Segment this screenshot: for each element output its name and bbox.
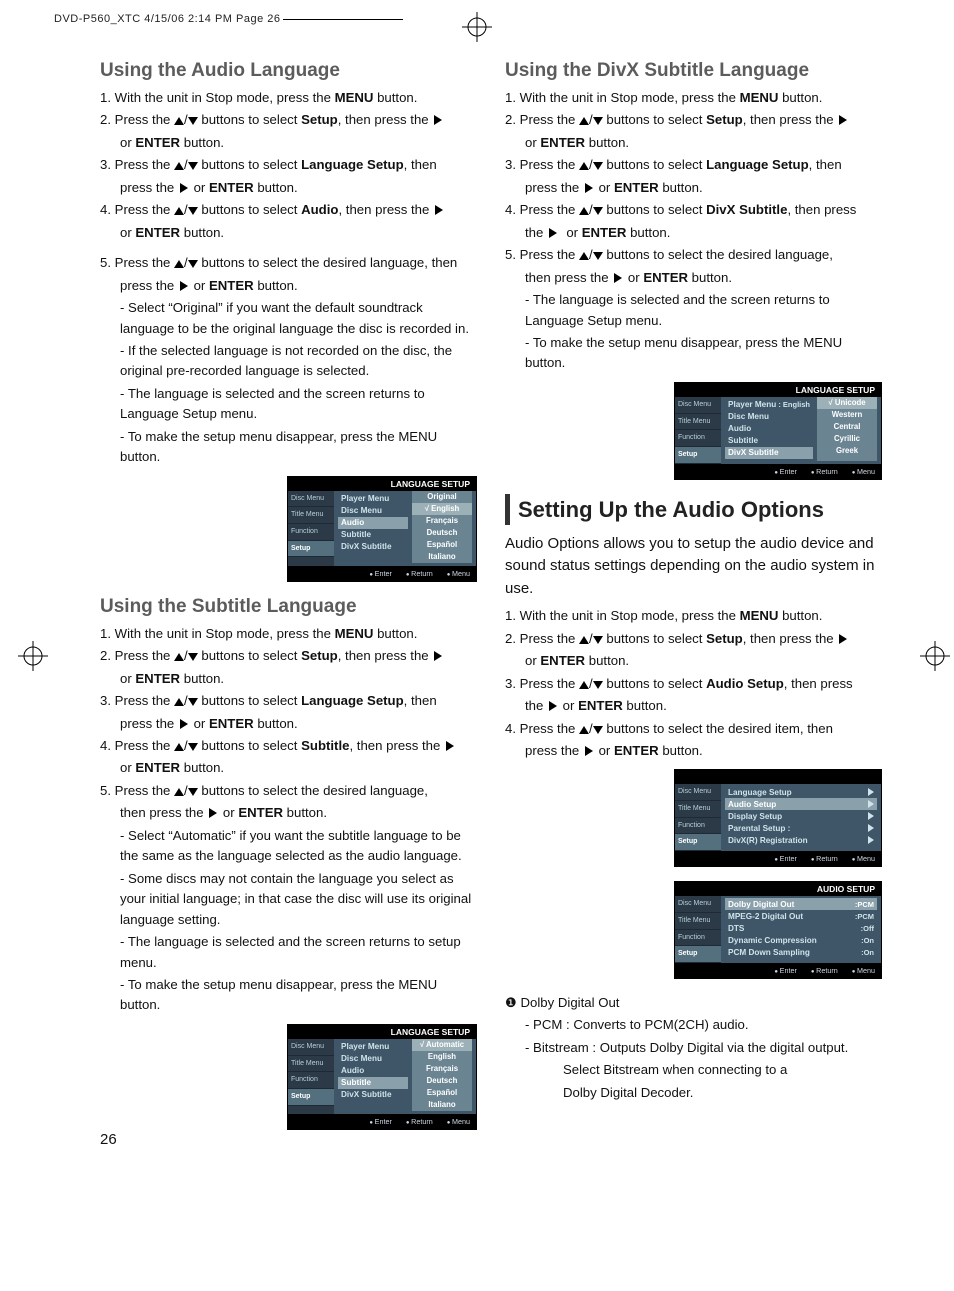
osd-language-subtitle: LANGUAGE SETUP Disc MenuTitle Menu Funct… [287, 1024, 477, 1130]
osd-item: Subtitle [338, 529, 408, 541]
audio-note: - If the selected language is not record… [100, 341, 477, 382]
audio-options-intro: Audio Options allows you to setup the au… [505, 533, 882, 601]
audio-options-steps: 1. With the unit in Stop mode, press the… [505, 606, 882, 761]
osd-title: LANGUAGE SETUP [288, 1025, 476, 1039]
heading-subtitle-language: Using the Subtitle Language [100, 596, 477, 618]
divx-note: - To make the setup menu disappear, pres… [505, 333, 882, 374]
osd-tab: Title Menu [288, 507, 334, 524]
osd-audio-setup: AUDIO SETUP Disc MenuTitle Menu Function… [674, 881, 882, 979]
bullet-1-icon [505, 995, 521, 1010]
osd-tab: Setup [288, 541, 334, 558]
audio-language-steps: 1. With the unit in Stop mode, press the… [100, 88, 477, 468]
osd-tab: Disc Menu [288, 491, 334, 508]
osd-language-divx: LANGUAGE SETUP Disc MenuTitle Menu Funct… [674, 382, 882, 480]
osd-item: Audio [338, 517, 408, 529]
subtitle-language-steps: 1. With the unit in Stop mode, press the… [100, 624, 477, 1016]
heading-divx-subtitle: Using the DivX Subtitle Language [505, 60, 882, 82]
osd-title: LANGUAGE SETUP [288, 477, 476, 491]
osd-popup: Original English Français Deutsch Españo… [412, 491, 472, 563]
divx-steps: 1. With the unit in Stop mode, press the… [505, 88, 882, 374]
page-number: 26 [100, 1131, 117, 1148]
dolby-digital-notes: Dolby Digital Out - PCM : Converts to PC… [505, 993, 882, 1103]
subtitle-note: - To make the setup menu disappear, pres… [100, 975, 477, 1016]
left-column: Using the Audio Language 1. With the uni… [100, 56, 477, 1144]
audio-note: - The language is selected and the scree… [100, 384, 477, 425]
page-body: Using the Audio Language 1. With the uni… [0, 0, 954, 1178]
heading-audio-language: Using the Audio Language [100, 60, 477, 82]
audio-note: - Select “Original” if you want the defa… [100, 298, 477, 339]
osd-tab: Function [288, 524, 334, 541]
osd-item: DivX Subtitle [338, 541, 408, 553]
osd-footer: EnterReturnMenu [288, 566, 476, 581]
osd-setup-root: Disc MenuTitle Menu FunctionSetup Langua… [674, 769, 882, 867]
osd-item: Player Menu [338, 493, 408, 505]
subtitle-note: - Select “Automatic” if you want the sub… [100, 826, 477, 867]
audio-note: - To make the setup menu disappear, pres… [100, 427, 477, 468]
osd-language-audio: LANGUAGE SETUP Disc Menu Title Menu Func… [287, 476, 477, 582]
right-icon [434, 115, 442, 125]
down-icon [188, 117, 198, 125]
right-column: Using the DivX Subtitle Language 1. With… [505, 56, 882, 1144]
osd-item: Disc Menu [338, 505, 408, 517]
heading-audio-options: Setting Up the Audio Options [505, 494, 882, 525]
up-icon [174, 117, 184, 125]
subtitle-note: - Some discs may not contain the languag… [100, 869, 477, 930]
divx-note: - The language is selected and the scree… [505, 290, 882, 331]
subtitle-note: - The language is selected and the scree… [100, 932, 477, 973]
